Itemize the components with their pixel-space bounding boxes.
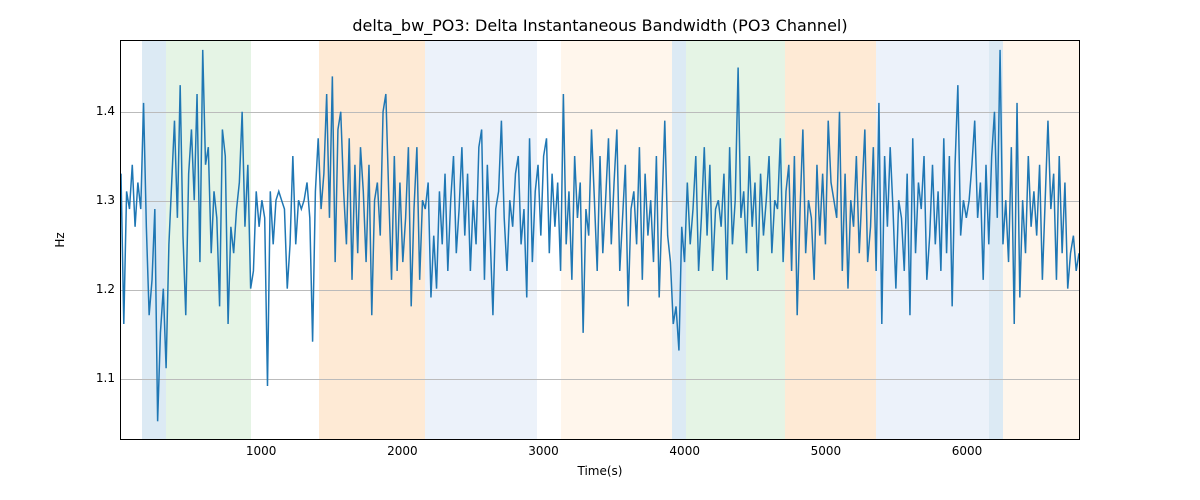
x-tick-label: 2000 [372, 444, 432, 458]
plot-area [120, 40, 1080, 440]
x-tick-label: 4000 [655, 444, 715, 458]
y-tick-label: 1.2 [80, 289, 115, 303]
x-tick-label: 1000 [231, 444, 291, 458]
y-tick-label: 1.4 [80, 111, 115, 125]
x-tick-label: 5000 [796, 444, 856, 458]
y-axis-label: Hz [53, 232, 67, 247]
chart-title: delta_bw_PO3: Delta Instantaneous Bandwi… [0, 16, 1200, 35]
figure: delta_bw_PO3: Delta Instantaneous Bandwi… [0, 0, 1200, 500]
y-tick-label: 1.3 [80, 200, 115, 214]
x-tick-label: 3000 [514, 444, 574, 458]
y-tick-label: 1.1 [80, 378, 115, 392]
line-plot [121, 41, 1079, 439]
x-axis-label: Time(s) [0, 464, 1200, 478]
x-tick-label: 6000 [937, 444, 997, 458]
signal-line [121, 50, 1079, 421]
